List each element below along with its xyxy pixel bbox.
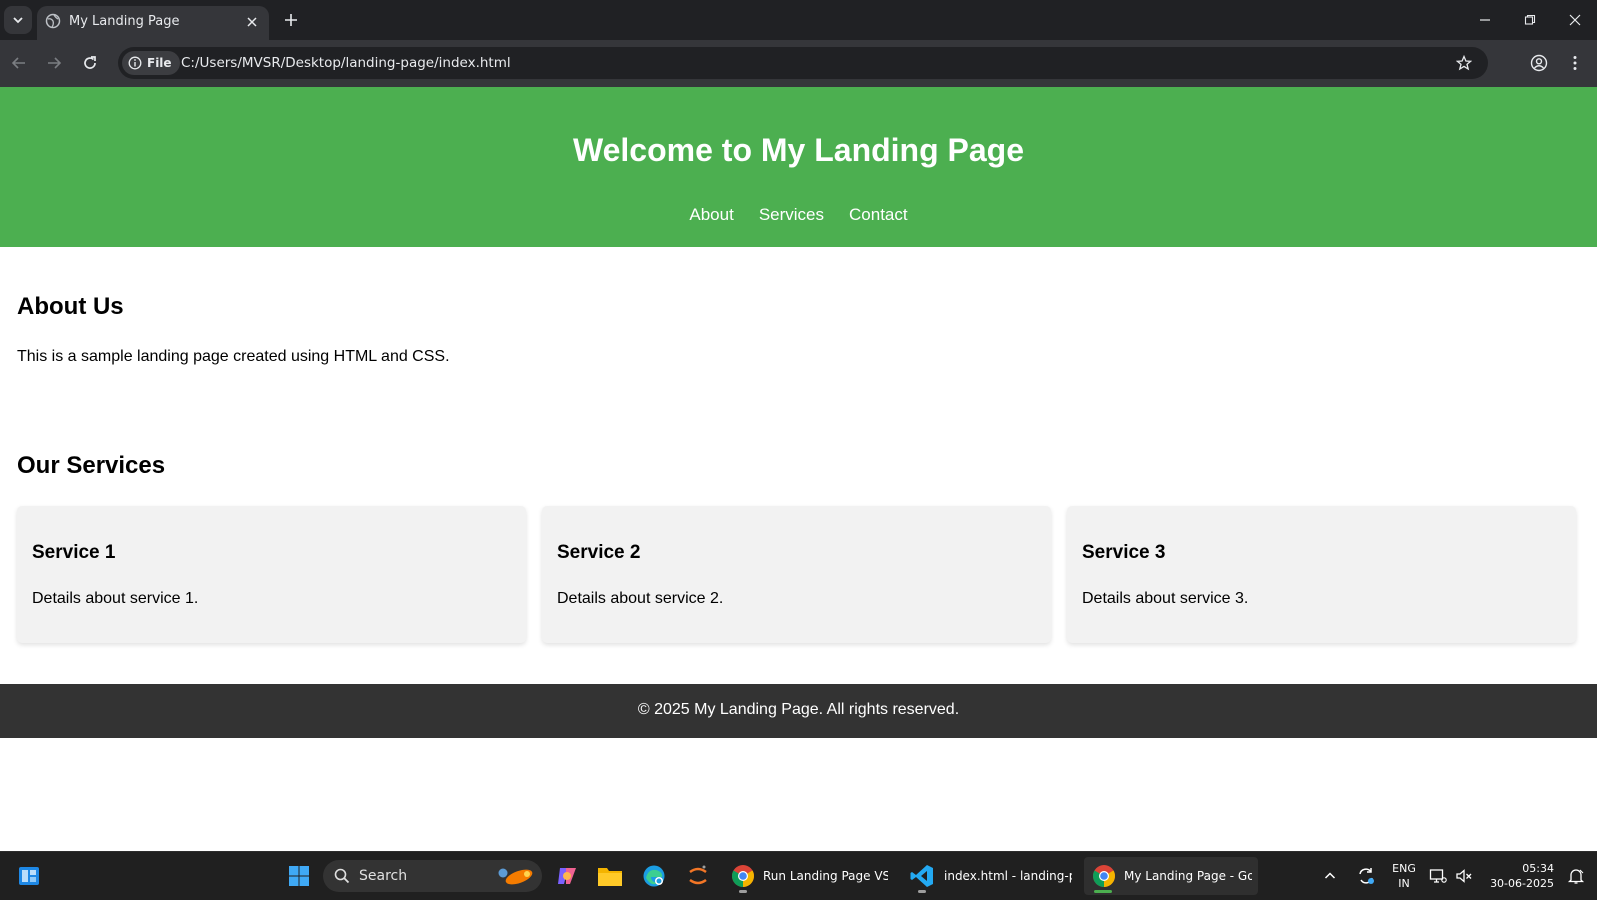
clock-date: 30-06-2025 bbox=[1490, 877, 1554, 890]
language-region: IN bbox=[1398, 877, 1410, 890]
network-icon[interactable] bbox=[1426, 860, 1450, 892]
page-title: Welcome to My Landing Page bbox=[572, 132, 1025, 168]
reload-icon[interactable] bbox=[77, 50, 103, 76]
site-header: Welcome to My Landing Page About Service… bbox=[0, 87, 1597, 247]
restore-icon[interactable] bbox=[1515, 6, 1545, 34]
tab-search-button[interactable] bbox=[4, 6, 32, 34]
browser-tab[interactable]: My Landing Page bbox=[37, 6, 269, 40]
taskbar-search[interactable]: Search bbox=[323, 860, 542, 892]
service-card: Service 2 Details about service 2. bbox=[542, 506, 1051, 643]
about-heading: About Us bbox=[17, 293, 124, 320]
chevron-down-icon bbox=[13, 17, 23, 24]
service-card-text: Details about service 1. bbox=[32, 590, 199, 607]
volume-muted-icon[interactable] bbox=[1452, 860, 1476, 892]
search-icon bbox=[334, 868, 350, 884]
search-label: Search bbox=[359, 868, 408, 884]
copilot-icon[interactable] bbox=[551, 860, 583, 892]
service-card-text: Details about service 2. bbox=[557, 590, 724, 607]
chrome-icon bbox=[1093, 865, 1115, 887]
taskbar-app-label: index.html - landing-pa bbox=[944, 869, 1072, 883]
clock[interactable]: 05:34 30-06-2025 bbox=[1484, 861, 1554, 891]
nav-link-services[interactable]: Services bbox=[759, 205, 824, 225]
language-code: ENG bbox=[1392, 862, 1416, 875]
service-card-title: Service 3 bbox=[1082, 542, 1166, 563]
globe-icon bbox=[45, 13, 61, 34]
footer-text: © 2025 My Landing Page. All rights reser… bbox=[637, 701, 960, 718]
site-footer: © 2025 My Landing Page. All rights reser… bbox=[0, 684, 1597, 738]
vscode-icon bbox=[910, 865, 933, 887]
language-indicator[interactable]: ENG IN bbox=[1390, 861, 1418, 891]
browser-tabstrip: My Landing Page bbox=[0, 0, 1597, 40]
site-nav: About Services Contact bbox=[0, 205, 1597, 225]
start-windows-icon[interactable] bbox=[283, 860, 315, 892]
new-tab-icon[interactable] bbox=[280, 9, 302, 31]
active-indicator bbox=[1094, 890, 1112, 893]
search-highlight-icon bbox=[498, 868, 533, 885]
notification-bell-icon[interactable] bbox=[1562, 860, 1590, 892]
close-tab-icon[interactable] bbox=[243, 13, 261, 31]
browser-toolbar: File C:/Users/MVSR/Desktop/landing-page/… bbox=[0, 40, 1597, 87]
menu-kebab-icon[interactable] bbox=[1562, 50, 1588, 76]
back-arrow-icon[interactable] bbox=[6, 50, 32, 76]
forward-arrow-icon[interactable] bbox=[41, 50, 67, 76]
widgets-icon[interactable] bbox=[13, 860, 45, 892]
taskbar-app-label: My Landing Page - Goo bbox=[1124, 869, 1252, 883]
profile-icon[interactable] bbox=[1526, 50, 1552, 76]
about-text: This is a sample landing page created us… bbox=[17, 348, 450, 365]
tab-title: My Landing Page bbox=[69, 14, 180, 29]
address-bar[interactable]: File C:/Users/MVSR/Desktop/landing-page/… bbox=[118, 47, 1488, 79]
taskbar-app-chrome-active[interactable]: My Landing Page - Goo bbox=[1084, 857, 1258, 895]
services-heading: Our Services bbox=[17, 452, 166, 479]
clock-time: 05:34 bbox=[1522, 862, 1554, 875]
service-card-title: Service 1 bbox=[32, 542, 116, 563]
minimize-icon[interactable] bbox=[1470, 6, 1500, 34]
windows-taskbar: Search Run Landing Page VS Co index.html… bbox=[0, 851, 1597, 900]
close-window-icon[interactable] bbox=[1560, 6, 1590, 34]
chevron-up-icon[interactable] bbox=[1318, 860, 1342, 892]
url-text: C:/Users/MVSR/Desktop/landing-page/index… bbox=[181, 55, 511, 71]
service-card: Service 1 Details about service 1. bbox=[17, 506, 526, 643]
chrome-icon bbox=[732, 865, 754, 887]
taskbar-app-chrome-vscode[interactable]: Run Landing Page VS Co bbox=[727, 857, 892, 895]
jupyter-icon[interactable] bbox=[682, 860, 714, 892]
service-card-title: Service 2 bbox=[557, 542, 641, 563]
bookmark-star-icon[interactable] bbox=[1454, 53, 1474, 73]
info-icon bbox=[128, 56, 142, 70]
service-card-text: Details about service 3. bbox=[1082, 590, 1249, 607]
running-indicator bbox=[739, 890, 747, 893]
web-page: Welcome to My Landing Page About Service… bbox=[0, 87, 1597, 851]
nav-link-contact[interactable]: Contact bbox=[849, 205, 908, 225]
sync-icon[interactable] bbox=[1352, 860, 1380, 892]
file-explorer-icon[interactable] bbox=[594, 860, 626, 892]
nav-link-about[interactable]: About bbox=[689, 205, 733, 225]
file-chip-label: File bbox=[147, 56, 172, 70]
running-indicator bbox=[918, 890, 926, 893]
edge-icon[interactable] bbox=[638, 860, 670, 892]
taskbar-app-label: Run Landing Page VS Co bbox=[763, 869, 888, 883]
site-info-chip[interactable]: File bbox=[122, 51, 180, 75]
taskbar-app-vscode[interactable]: index.html - landing-pa bbox=[906, 857, 1072, 895]
service-card: Service 3 Details about service 3. bbox=[1067, 506, 1576, 643]
